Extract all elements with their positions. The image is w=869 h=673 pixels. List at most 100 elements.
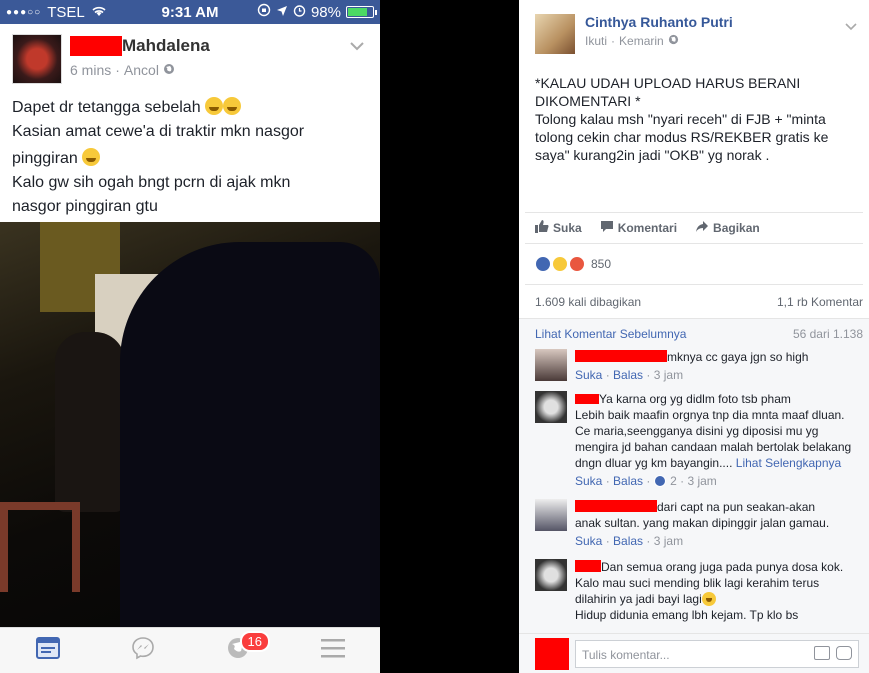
sticker-icon[interactable] bbox=[836, 645, 852, 660]
messenger-tab[interactable] bbox=[123, 633, 163, 669]
post-heading-line: *KALAU UDAH UPLOAD HARUS BERANI bbox=[535, 75, 801, 91]
post-line: Kasian amat cewe'a di traktir mkn nasgor bbox=[12, 123, 305, 140]
comment-item: Ya karna org yg didlm foto tsb pham Lebi… bbox=[535, 391, 863, 489]
comment-composer: Tulis komentar... bbox=[519, 633, 869, 673]
comment-button[interactable]: Komentari bbox=[600, 220, 677, 236]
like-label: Suka bbox=[553, 221, 582, 235]
post-action-bar: Suka Komentari Bagikan bbox=[525, 212, 863, 244]
comment-like-count: 2 bbox=[670, 474, 677, 488]
post-line: nasgor pinggiran gtu bbox=[12, 198, 158, 215]
follow-link[interactable]: Ikuti bbox=[585, 34, 607, 48]
comment-text: Hidup didunia emang lbh kejam. Tp klo bs bbox=[575, 608, 799, 622]
post-stats: 1.609 kali dibagikan 1,1 rb Komentar bbox=[525, 284, 863, 318]
photo-person bbox=[55, 332, 125, 512]
notification-badge: 16 bbox=[239, 630, 270, 652]
reactions-summary[interactable]: 850 bbox=[519, 244, 869, 284]
alarm-icon bbox=[293, 4, 306, 21]
post-line: Dapet dr tetangga sebelah bbox=[12, 99, 201, 116]
mobile-screenshot: ●●●○○ TSEL 9:31 AM 98% Mahdalena 6 mins … bbox=[0, 0, 380, 673]
camera-icon[interactable] bbox=[814, 645, 830, 660]
carrier-name: TSEL bbox=[47, 3, 85, 21]
comment-input[interactable]: Tulis komentar... bbox=[575, 639, 859, 668]
chevron-down-icon[interactable] bbox=[350, 38, 364, 54]
news-feed-tab[interactable] bbox=[28, 633, 68, 669]
redaction-block bbox=[575, 560, 601, 572]
comment-pager: 56 dari 1.138 bbox=[792, 327, 863, 341]
public-globe-icon bbox=[163, 62, 175, 78]
avatar[interactable] bbox=[535, 391, 567, 423]
separator-dot: · bbox=[115, 62, 120, 78]
avatar[interactable] bbox=[12, 34, 62, 84]
tears-of-joy-emoji-icon bbox=[701, 592, 716, 606]
angry-reaction-icon bbox=[569, 256, 585, 272]
comment-like-link[interactable]: Suka bbox=[575, 534, 602, 548]
status-bar: ●●●○○ TSEL 9:31 AM 98% bbox=[0, 0, 380, 24]
comment-text: anak sultan. yang makan dipinggir jalan … bbox=[575, 516, 830, 530]
signal-strength: ●●●○○ bbox=[6, 6, 42, 18]
tears-of-joy-emoji-icon bbox=[82, 148, 101, 166]
post-line: pinggiran bbox=[12, 150, 78, 167]
comment-item: dari capt na pun seakan-akan anak sultan… bbox=[535, 499, 863, 549]
view-previous-comments-link[interactable]: Lihat Komentar Sebelumnya bbox=[535, 327, 686, 343]
avatar[interactable] bbox=[535, 14, 575, 54]
post-header: Mahdalena 6 mins · Ancol bbox=[0, 24, 380, 86]
post-author-name[interactable]: Mahdalena bbox=[122, 36, 210, 56]
comment-like-link[interactable]: Suka bbox=[575, 474, 602, 488]
post-location[interactable]: Ancol bbox=[124, 62, 159, 78]
haha-reaction-icon bbox=[552, 256, 568, 272]
reaction-count: 850 bbox=[591, 257, 612, 271]
see-more-link[interactable]: Lihat Selengkapnya bbox=[736, 456, 841, 470]
post-time[interactable]: Kemarin bbox=[619, 34, 664, 48]
comment-count[interactable]: 1,1 rb Komentar bbox=[777, 295, 863, 309]
post-line: Kalo gw sih ogah bngt pcrn di ajak mkn bbox=[12, 174, 291, 191]
comment-reply-link[interactable]: Balas bbox=[613, 474, 643, 488]
comment-icon bbox=[600, 220, 614, 236]
redaction-block bbox=[575, 350, 667, 362]
public-globe-icon bbox=[668, 34, 679, 48]
chevron-down-icon[interactable] bbox=[845, 18, 857, 36]
wifi-icon bbox=[91, 4, 107, 21]
avatar[interactable] bbox=[535, 349, 567, 381]
post-text: Tolong kalau msh "nyari receh" di FJB + … bbox=[535, 111, 829, 163]
notifications-tab[interactable]: 16 bbox=[218, 630, 270, 669]
comments-section: Lihat Komentar Sebelumnya 56 dari 1.138 … bbox=[519, 318, 869, 658]
photo-stool bbox=[0, 502, 80, 592]
comment-text: mknya cc gaya jgn so high bbox=[667, 350, 809, 364]
share-arrow-icon bbox=[695, 220, 709, 236]
like-button[interactable]: Suka bbox=[535, 220, 582, 236]
post-author-name[interactable]: Cinthya Ruhanto Putri bbox=[585, 14, 733, 30]
comment-time: 3 jam bbox=[687, 474, 717, 488]
avatar[interactable] bbox=[535, 499, 567, 531]
comment-like-link[interactable]: Suka bbox=[575, 368, 602, 382]
share-count[interactable]: 1.609 kali dibagikan bbox=[535, 295, 641, 309]
comment-text: Dan semua orang juga pada punya dosa kok… bbox=[601, 560, 844, 574]
comment-item: mknya cc gaya jgn so high Suka · Balas ·… bbox=[535, 349, 863, 383]
avatar[interactable] bbox=[535, 559, 567, 591]
comment-label: Komentari bbox=[617, 221, 678, 235]
post-heading-line: DIKOMENTARI * bbox=[535, 93, 641, 109]
news-feed-icon bbox=[35, 637, 60, 664]
grinning-emoji-icon bbox=[223, 97, 242, 115]
location-arrow-icon bbox=[276, 4, 288, 21]
menu-tab[interactable] bbox=[313, 633, 353, 669]
comment-text: Kalo mau suci mending blik lagi kerahim … bbox=[575, 576, 820, 606]
hamburger-menu-icon bbox=[320, 638, 345, 663]
redaction-block bbox=[535, 637, 569, 670]
desktop-post-panel: Cinthya Ruhanto Putri Ikuti · Kemarin *K… bbox=[519, 0, 869, 673]
separator-dot: · bbox=[611, 34, 616, 48]
post-photo[interactable] bbox=[0, 222, 380, 627]
redaction-block bbox=[70, 36, 122, 56]
thumbs-up-icon bbox=[535, 220, 549, 236]
post-body: *KALAU UDAH UPLOAD HARUS BERANI DIKOMENT… bbox=[519, 62, 869, 212]
share-button[interactable]: Bagikan bbox=[695, 220, 760, 236]
post-time[interactable]: 6 mins bbox=[70, 62, 111, 78]
grinning-emoji-icon bbox=[205, 97, 224, 115]
share-label: Bagikan bbox=[713, 221, 760, 235]
comment-text: Ya karna org yg didlm foto tsb pham bbox=[599, 392, 791, 406]
photo-foreground-figure bbox=[120, 242, 380, 627]
battery-percent: 98% bbox=[310, 3, 341, 21]
comment-reply-link[interactable]: Balas bbox=[613, 368, 643, 382]
comment-reply-link[interactable]: Balas bbox=[613, 534, 643, 548]
lock-rotation-icon bbox=[257, 3, 271, 21]
comment-item: Dan semua orang juga pada punya dosa kok… bbox=[535, 559, 863, 623]
